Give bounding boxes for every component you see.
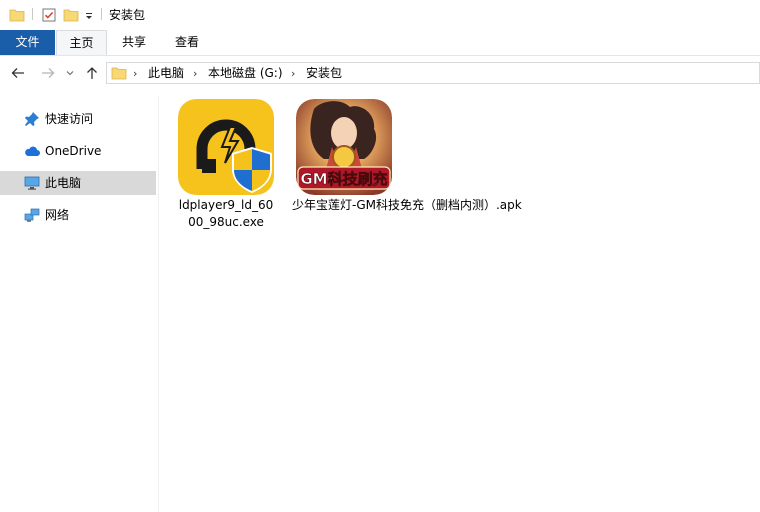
- file-name-line: 00_98uc.exe: [188, 215, 264, 229]
- sidebar-item-onedrive[interactable]: OneDrive: [0, 139, 156, 163]
- forward-arrow-icon[interactable]: [40, 65, 56, 81]
- breadcrumb-current-folder[interactable]: 安装包: [306, 66, 342, 81]
- cloud-icon: [25, 146, 40, 156]
- up-arrow-icon[interactable]: [84, 65, 100, 81]
- sidebar-item-label: 快速访问: [45, 112, 94, 126]
- navigation-pane: 快速访问 OneDrive 此电脑 网络: [0, 96, 159, 512]
- sidebar-item-label: 网络: [45, 208, 70, 222]
- sidebar-item-network[interactable]: 网络: [0, 203, 156, 227]
- title-bar: 安装包: [0, 0, 760, 30]
- navigation-bar: › 此电脑 › 本地磁盘 (G:) › 安装包: [0, 57, 760, 90]
- folder-icon: [111, 67, 127, 80]
- computer-icon: [24, 176, 40, 190]
- sidebar-item-label: OneDrive: [45, 144, 102, 158]
- toolbar-separator: [101, 8, 102, 20]
- sidebar-item-quick-access[interactable]: 快速访问: [0, 107, 156, 131]
- customize-toolbar-icon[interactable]: [84, 7, 94, 23]
- back-arrow-icon[interactable]: [10, 65, 26, 81]
- tab-home[interactable]: 主页: [56, 30, 107, 55]
- breadcrumb-separator-icon[interactable]: ›: [291, 66, 295, 81]
- properties-icon[interactable]: [41, 7, 57, 23]
- network-icon: [24, 208, 40, 222]
- recent-locations-chevron-icon[interactable]: [65, 65, 75, 81]
- breadcrumb-separator-icon[interactable]: ›: [133, 66, 137, 81]
- sidebar-item-label: 此电脑: [45, 176, 82, 190]
- folder-icon: [9, 9, 25, 22]
- window-title: 安装包: [109, 8, 146, 22]
- tab-file[interactable]: 文件: [0, 30, 55, 55]
- tab-share[interactable]: 共享: [108, 30, 160, 55]
- file-name-ldplayer[interactable]: ldplayer9_ld_60 00_98uc.exe: [170, 197, 282, 231]
- ldplayer-app-icon[interactable]: [178, 99, 274, 195]
- game-badge-text: GM科技刷充: [300, 170, 387, 188]
- game-apk-icon[interactable]: GM科技刷充: [296, 99, 392, 195]
- new-folder-icon[interactable]: [63, 7, 79, 23]
- file-name-apk[interactable]: 少年宝莲灯-GM科技免充（删档内测）.apk: [292, 197, 532, 214]
- breadcrumb-local-disk[interactable]: 本地磁盘 (G:): [208, 66, 283, 81]
- tab-view[interactable]: 查看: [161, 30, 213, 55]
- address-bar[interactable]: › 此电脑 › 本地磁盘 (G:) › 安装包: [106, 62, 760, 84]
- ribbon: 文件 主页 共享 查看: [0, 30, 760, 56]
- breadcrumb-this-pc[interactable]: 此电脑: [148, 66, 184, 81]
- file-name-line: ldplayer9_ld_60: [178, 198, 274, 212]
- toolbar-separator: [32, 8, 33, 20]
- pin-icon: [25, 112, 39, 126]
- breadcrumb-separator-icon[interactable]: ›: [193, 66, 197, 81]
- sidebar-item-this-pc[interactable]: 此电脑: [0, 171, 156, 195]
